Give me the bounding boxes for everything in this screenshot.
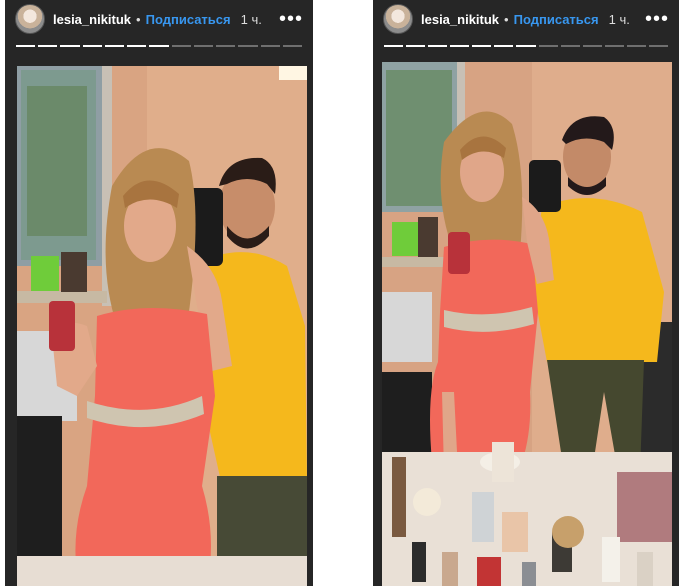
follow-button[interactable]: Подписаться <box>514 12 599 27</box>
more-options-icon[interactable]: ••• <box>279 9 303 29</box>
story-progress-bar <box>16 45 303 47</box>
progress-segment <box>127 45 147 47</box>
progress-segment <box>238 45 258 47</box>
username[interactable]: lesia_nikituk <box>421 12 499 27</box>
progress-segment <box>104 45 125 47</box>
story-header: lesia_nikituk • Подписаться 1 ч. ••• <box>373 4 679 34</box>
separator-dot: • <box>504 11 509 27</box>
profile-avatar[interactable] <box>15 4 45 34</box>
story-viewer-left: lesia_nikituk • Подписаться 1 ч. ••• <box>5 0 313 586</box>
separator-dot: • <box>136 11 141 27</box>
progress-segment <box>260 45 280 47</box>
follow-button[interactable]: Подписаться <box>146 12 231 27</box>
progress-segment <box>82 45 102 47</box>
progress-segment <box>516 45 536 47</box>
progress-segment <box>16 45 36 47</box>
progress-segment <box>428 45 448 47</box>
progress-segment <box>149 45 169 47</box>
progress-segment <box>193 45 214 47</box>
progress-segment <box>171 45 191 47</box>
progress-segment <box>538 45 558 47</box>
progress-segment <box>282 45 303 47</box>
progress-segment <box>216 45 236 47</box>
progress-segment <box>406 45 426 47</box>
progress-segment <box>626 45 646 47</box>
progress-segment <box>582 45 602 47</box>
story-header: lesia_nikituk • Подписаться 1 ч. ••• <box>5 4 313 34</box>
story-photo[interactable] <box>17 66 307 586</box>
story-progress-bar <box>384 45 669 47</box>
progress-segment <box>494 45 514 47</box>
post-time: 1 ч. <box>608 11 630 27</box>
progress-segment <box>60 45 80 47</box>
progress-segment <box>472 45 492 47</box>
progress-segment <box>38 45 58 47</box>
progress-segment <box>450 45 470 47</box>
progress-segment <box>648 45 669 47</box>
username[interactable]: lesia_nikituk <box>53 12 131 27</box>
post-time: 1 ч. <box>240 11 262 27</box>
progress-segment <box>604 45 624 47</box>
more-options-icon[interactable]: ••• <box>645 9 669 29</box>
story-photo[interactable] <box>382 62 672 586</box>
progress-segment <box>384 45 404 47</box>
profile-avatar[interactable] <box>383 4 413 34</box>
story-viewer-right: lesia_nikituk • Подписаться 1 ч. ••• <box>373 0 679 586</box>
progress-segment <box>560 45 580 47</box>
